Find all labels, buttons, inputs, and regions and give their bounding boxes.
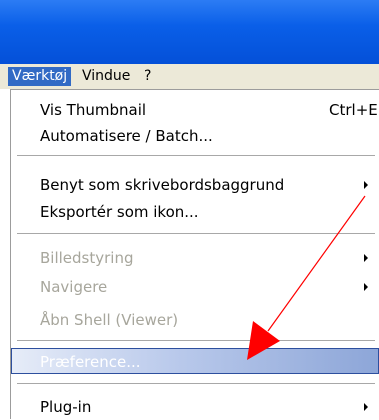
window-titlebar xyxy=(0,0,379,64)
menu-vaerktoj[interactable]: Værktøj xyxy=(8,67,72,86)
menu-item-abn-shell: Åbn Shell (Viewer) xyxy=(11,307,379,333)
menu-item-navigere: Navigere xyxy=(11,274,379,300)
submenu-arrow-icon xyxy=(364,181,368,189)
menu-item-label: Præference... xyxy=(40,353,141,371)
submenu-arrow-icon xyxy=(364,254,368,262)
menu-item-label: Billedstyring xyxy=(40,249,134,267)
menu-item-shortcut: Ctrl+E xyxy=(329,101,378,119)
menu-separator xyxy=(17,383,375,384)
menu-separator xyxy=(17,340,375,341)
menu-separator xyxy=(17,233,375,234)
tools-dropdown-menu: Vis Thumbnail Ctrl+E Automatisere / Batc… xyxy=(10,89,379,419)
menu-item-label: Plug-in xyxy=(40,398,92,416)
menu-help[interactable]: ? xyxy=(140,67,155,86)
menu-item-praeference[interactable]: Præference... xyxy=(11,348,379,374)
menu-item-label: Benyt som skrivebordsbaggrund xyxy=(40,176,285,194)
menu-item-billedstyring: Billedstyring xyxy=(11,245,379,271)
menu-item-vis-thumbnail[interactable]: Vis Thumbnail Ctrl+E xyxy=(11,97,379,123)
menu-vindue[interactable]: Vindue xyxy=(78,67,134,86)
menu-item-plug-in[interactable]: Plug-in xyxy=(11,394,379,420)
submenu-arrow-icon xyxy=(364,283,368,291)
menu-item-eksporter-ikon[interactable]: Eksportér som ikon... xyxy=(11,199,379,225)
menu-item-label: Åbn Shell (Viewer) xyxy=(40,311,179,329)
menu-bar: Værktøj Vindue ? xyxy=(0,64,379,89)
menu-item-skrivebordsbaggrund[interactable]: Benyt som skrivebordsbaggrund xyxy=(11,172,379,198)
menu-item-label: Eksportér som ikon... xyxy=(40,203,199,221)
submenu-arrow-icon xyxy=(364,403,368,411)
menu-separator xyxy=(17,155,375,156)
menu-item-label: Automatisere / Batch... xyxy=(40,127,213,145)
menu-item-automatisere-batch[interactable]: Automatisere / Batch... xyxy=(11,123,379,149)
menu-item-label: Vis Thumbnail xyxy=(40,101,147,119)
menu-item-label: Navigere xyxy=(40,278,108,296)
